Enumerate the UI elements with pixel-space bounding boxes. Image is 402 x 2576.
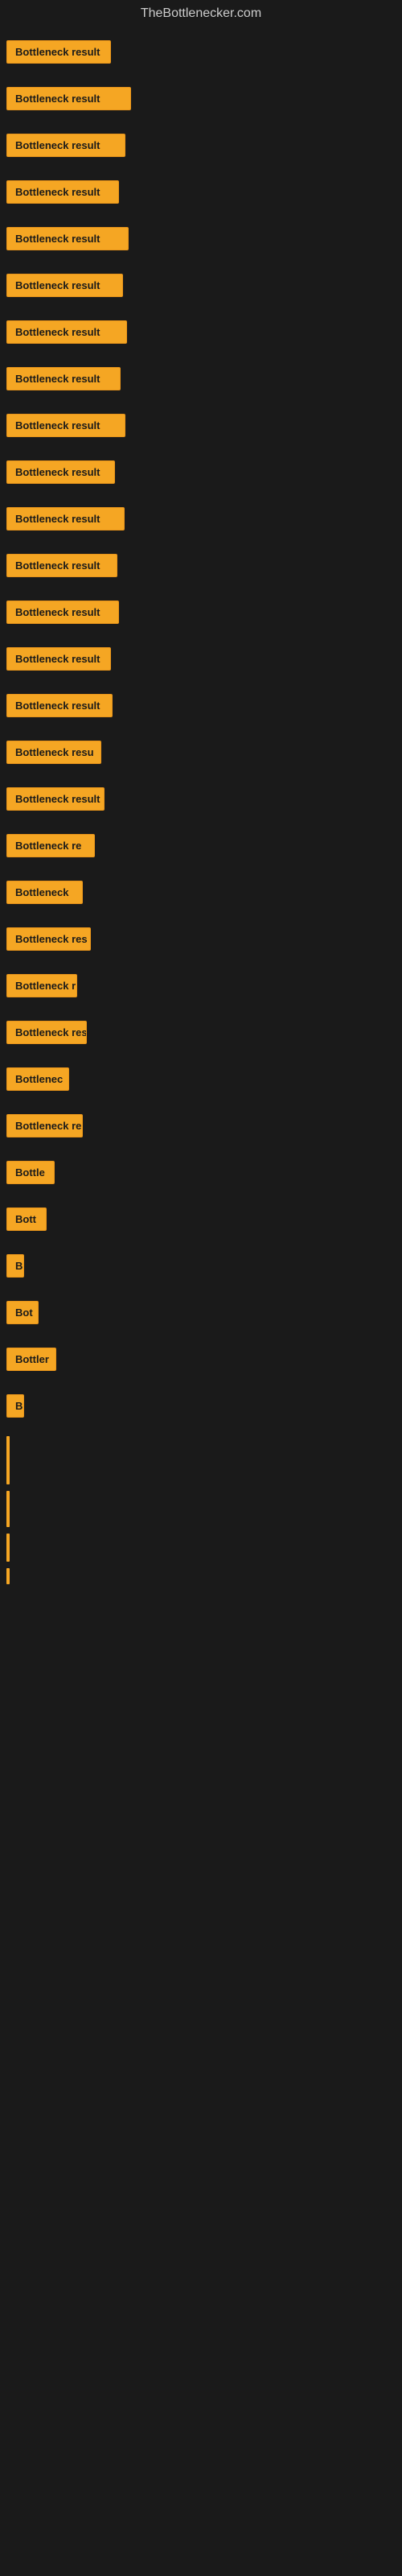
bottleneck-result-badge[interactable]: Bottleneck result: [6, 40, 111, 64]
bottleneck-result-badge[interactable]: Bottleneck result: [6, 460, 115, 484]
bottleneck-result-badge[interactable]: Bottleneck r: [6, 974, 77, 997]
list-item: Bottleneck res: [0, 923, 402, 960]
list-item: B: [0, 1249, 402, 1286]
bottleneck-result-badge[interactable]: Bottleneck result: [6, 787, 105, 811]
list-item: Bottleneck: [0, 876, 402, 913]
list-item: Bottleneck result: [0, 129, 402, 166]
bottleneck-result-badge[interactable]: Bottleneck result: [6, 601, 119, 624]
bottleneck-result-badge[interactable]: Bott: [6, 1208, 47, 1231]
bottleneck-result-badge[interactable]: Bottleneck result: [6, 87, 131, 110]
bottleneck-result-badge[interactable]: Bottler: [6, 1348, 56, 1371]
list-item: Bottleneck re: [0, 829, 402, 866]
bottleneck-result-badge[interactable]: Bottleneck result: [6, 274, 123, 297]
bottleneck-result-badge[interactable]: Bottleneck result: [6, 694, 113, 717]
list-item: Bottleneck resu: [0, 736, 402, 773]
list-item: Bott: [0, 1203, 402, 1240]
site-title: TheBottlenecker.com: [0, 0, 402, 27]
list-item: Bottleneck result: [0, 456, 402, 493]
list-item: Bottlenec: [0, 1063, 402, 1100]
bottleneck-result-badge[interactable]: Bottleneck result: [6, 227, 129, 250]
list-item: Bottleneck result: [0, 82, 402, 119]
list-item: Bottleneck result: [0, 409, 402, 446]
vertical-bar: [6, 1491, 10, 1527]
bottleneck-result-badge[interactable]: Bottle: [6, 1161, 55, 1184]
bottleneck-result-badge[interactable]: Bottleneck result: [6, 647, 111, 671]
list-item: Bottleneck result: [0, 316, 402, 353]
list-item: Bottleneck result: [0, 642, 402, 679]
bottleneck-result-badge[interactable]: B: [6, 1394, 24, 1418]
list-item: B: [0, 1389, 402, 1426]
bottleneck-result-badge[interactable]: Bottleneck result: [6, 554, 117, 577]
bottleneck-result-badge[interactable]: B: [6, 1254, 24, 1278]
list-item: Bottleneck re: [0, 1109, 402, 1146]
list-item: Bottleneck result: [0, 596, 402, 633]
list-item: Bottleneck result: [0, 35, 402, 72]
list-item: Bottleneck result: [0, 362, 402, 399]
list-item: Bottleneck result: [0, 549, 402, 586]
bottleneck-result-badge[interactable]: Bottleneck result: [6, 507, 125, 530]
bottleneck-result-badge[interactable]: Bottleneck result: [6, 180, 119, 204]
bottleneck-result-badge[interactable]: Bottleneck result: [6, 414, 125, 437]
list-item: Bottleneck result: [0, 222, 402, 259]
list-item: Bottleneck result: [0, 782, 402, 819]
vertical-bar: [6, 1436, 10, 1484]
list-item: Bottleneck result: [0, 502, 402, 539]
bottleneck-result-badge[interactable]: Bottleneck: [6, 881, 83, 904]
vertical-bar: [6, 1534, 10, 1562]
list-item: Bot: [0, 1296, 402, 1333]
bottleneck-result-badge[interactable]: Bottleneck result: [6, 367, 121, 390]
bottleneck-result-badge[interactable]: Bottleneck re: [6, 834, 95, 857]
bottleneck-result-badge[interactable]: Bottlenec: [6, 1067, 69, 1091]
list-item: Bottleneck r: [0, 969, 402, 1006]
bottleneck-result-badge[interactable]: Bottleneck res: [6, 927, 91, 951]
list-item: Bottleneck result: [0, 269, 402, 306]
vertical-bar: [6, 1568, 10, 1584]
bottleneck-result-badge[interactable]: Bottleneck resu: [6, 1021, 87, 1044]
list-item: Bottle: [0, 1156, 402, 1193]
list-item: Bottler: [0, 1343, 402, 1380]
list-item: Bottleneck resu: [0, 1016, 402, 1053]
page-container: TheBottlenecker.com Bottleneck resultBot…: [0, 0, 402, 1599]
bottleneck-result-badge[interactable]: Bottleneck result: [6, 320, 127, 344]
bottleneck-result-badge[interactable]: Bottleneck re: [6, 1114, 83, 1137]
list-item: Bottleneck result: [0, 689, 402, 726]
bottleneck-result-badge[interactable]: Bot: [6, 1301, 39, 1324]
items-container: Bottleneck result Bottleneck result Bottle…: [0, 27, 402, 1599]
bottleneck-result-badge[interactable]: Bottleneck result: [6, 134, 125, 157]
list-item: Bottleneck result: [0, 175, 402, 213]
bottleneck-result-badge[interactable]: Bottleneck resu: [6, 741, 101, 764]
